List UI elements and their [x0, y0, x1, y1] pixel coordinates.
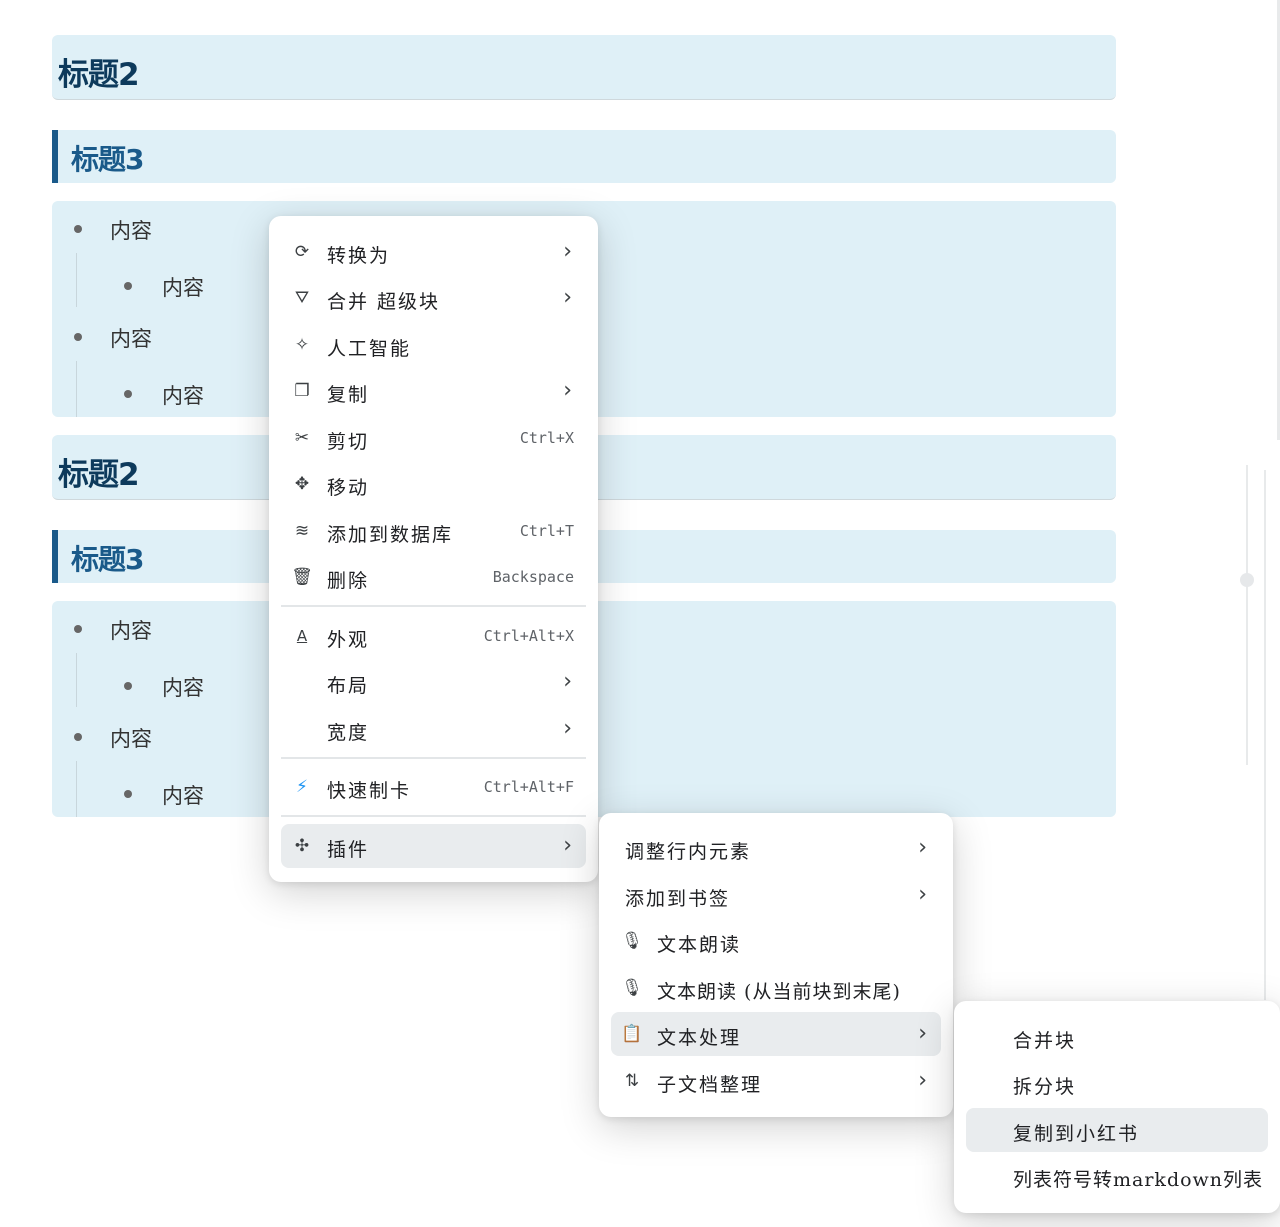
menu-item-copy[interactable]: ❐ 复制 ›	[281, 369, 586, 413]
sort-icon: ⇅	[624, 1071, 640, 1091]
indent-guide	[76, 253, 77, 307]
menu-item-add-bookmark[interactable]: 添加到书签 ›	[611, 873, 941, 917]
menu-item-width[interactable]: 宽度 ›	[281, 707, 586, 751]
menu-item-layout[interactable]: 布局 ›	[281, 660, 586, 704]
menu-item-merge-blocks[interactable]: 合并块	[966, 1015, 1268, 1059]
indent-guide	[76, 761, 77, 817]
menu-item-add-to-database[interactable]: ≋ 添加到数据库 Ctrl+T	[281, 509, 586, 553]
microphone-icon: 🎙	[621, 931, 643, 951]
bullet-icon	[74, 733, 82, 741]
lightning-icon: ⚡	[296, 777, 308, 797]
bullet-icon	[124, 390, 132, 398]
menu-item-move[interactable]: ✥ 移动	[281, 462, 586, 506]
menu-item-subdoc-organize[interactable]: ⇅ 子文档整理 ›	[611, 1059, 941, 1103]
bullet-icon	[74, 225, 82, 233]
scroll-handle[interactable]	[1240, 573, 1254, 587]
menu-item-appearance[interactable]: A 外观 Ctrl+Alt+X	[281, 614, 586, 658]
text-processing-submenu: 合并块 拆分块 复制到小红书 列表符号转markdown列表	[954, 1001, 1280, 1213]
menu-item-merge-superblock[interactable]: ⛛ 合并 超级块 ›	[281, 276, 586, 320]
shortcut-label: Ctrl+Alt+X	[483, 627, 574, 645]
menu-item-text-processing[interactable]: 📋 文本处理 ›	[611, 1012, 941, 1056]
block-context-menu: ⟳ 转换为 › ⛛ 合并 超级块 › ✧ 人工智能 ❐ 复制 › ✂ 剪切 Ct…	[269, 216, 598, 882]
menu-item-split-blocks[interactable]: 拆分块	[966, 1061, 1268, 1105]
menu-separator	[281, 605, 586, 607]
heading-2-block[interactable]: 标题2	[52, 35, 1116, 100]
chevron-right-icon: ›	[918, 1021, 927, 1046]
chevron-right-icon: ›	[918, 1068, 927, 1093]
heading-text: 标题3	[71, 143, 144, 176]
heading-text: 标题2	[58, 457, 140, 493]
chevron-right-icon: ›	[563, 378, 572, 403]
merge-superblock-icon: ⛛	[294, 288, 310, 308]
bullet-icon	[124, 790, 132, 798]
chevron-right-icon: ›	[918, 882, 927, 907]
ai-sparkle-icon: ✧	[294, 335, 310, 355]
scissors-icon: ✂	[294, 428, 310, 448]
chevron-right-icon: ›	[563, 239, 572, 264]
menu-item-adjust-inline[interactable]: 调整行内元素 ›	[611, 826, 941, 870]
menu-separator	[281, 815, 586, 817]
outline-rail	[1246, 465, 1248, 765]
convert-icon: ⟳	[294, 242, 310, 262]
shortcut-label: Ctrl+T	[519, 522, 574, 540]
chevron-right-icon: ›	[563, 833, 572, 858]
bullet-icon	[74, 333, 82, 341]
menu-separator	[281, 757, 586, 759]
move-icon: ✥	[294, 474, 310, 494]
outline-rail	[1264, 470, 1266, 1000]
clipboard-icon: 📋	[621, 1024, 643, 1044]
chevron-right-icon: ›	[563, 285, 572, 310]
menu-item-read-aloud[interactable]: 🎙 文本朗读	[611, 919, 941, 963]
heading-3-block[interactable]: 标题3	[52, 130, 1116, 183]
menu-item-cut[interactable]: ✂ 剪切 Ctrl+X	[281, 416, 586, 460]
bullet-icon	[74, 625, 82, 633]
microphone-icon: 🎙	[621, 978, 643, 998]
shortcut-label: Backspace	[492, 568, 574, 586]
menu-item-read-aloud-to-end[interactable]: 🎙 文本朗读 (从当前块到末尾)	[611, 966, 941, 1010]
chevron-right-icon: ›	[563, 716, 572, 741]
heading-text: 标题2	[58, 57, 140, 93]
plugin-icon: ✣	[294, 836, 310, 856]
database-icon: ≋	[294, 521, 310, 541]
indent-guide	[76, 653, 77, 707]
menu-item-ai[interactable]: ✧ 人工智能	[281, 323, 586, 367]
menu-item-delete[interactable]: 🗑 删除 Backspace	[281, 555, 586, 599]
plugin-submenu: 调整行内元素 › 添加到书签 › 🎙 文本朗读 🎙 文本朗读 (从当前块到末尾)…	[599, 813, 953, 1117]
indent-guide	[76, 361, 77, 417]
chevron-right-icon: ›	[563, 669, 572, 694]
menu-item-quick-flashcard[interactable]: ⚡ 快速制卡 Ctrl+Alt+F	[281, 765, 586, 809]
shortcut-label: Ctrl+X	[519, 429, 574, 447]
appearance-icon: A	[296, 627, 308, 645]
chevron-right-icon: ›	[918, 835, 927, 860]
menu-item-copy-to-xiaohongshu[interactable]: 复制到小红书	[966, 1108, 1268, 1152]
trash-icon: 🗑	[291, 567, 313, 587]
bullet-icon	[124, 282, 132, 290]
bullet-icon	[124, 682, 132, 690]
menu-item-plugins[interactable]: ✣ 插件 ›	[281, 824, 586, 868]
menu-item-convert[interactable]: ⟳ 转换为 ›	[281, 230, 586, 274]
shortcut-label: Ctrl+Alt+F	[483, 778, 574, 796]
copy-icon: ❐	[294, 381, 310, 401]
heading-text: 标题3	[71, 543, 144, 576]
menu-item-list-to-markdown[interactable]: 列表符号转markdown列表	[966, 1154, 1268, 1198]
